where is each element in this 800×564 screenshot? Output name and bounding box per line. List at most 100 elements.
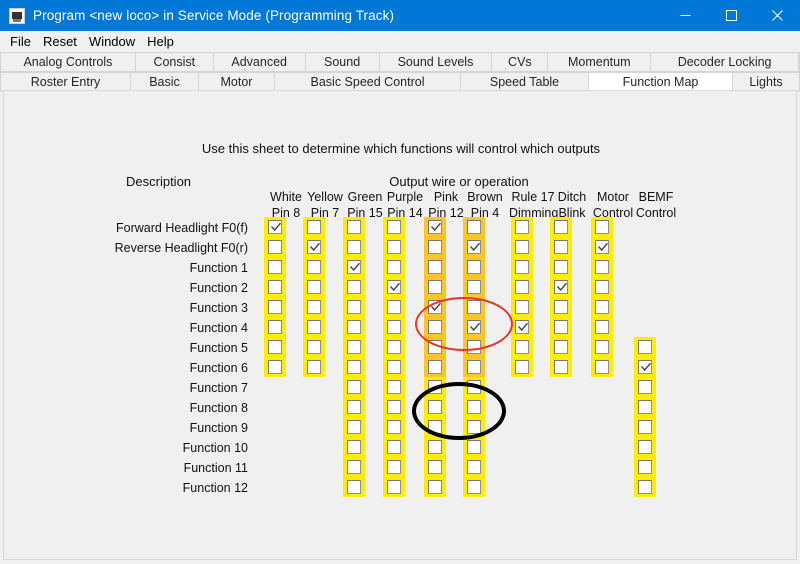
function-map-checkbox[interactable]: [347, 480, 361, 494]
tab-lights[interactable]: Lights: [733, 72, 800, 92]
tab-advanced[interactable]: Advanced: [213, 52, 306, 72]
function-map-checkbox[interactable]: [638, 480, 652, 494]
close-icon[interactable]: [754, 0, 800, 31]
function-map-checkbox[interactable]: [347, 300, 361, 314]
function-map-checkbox[interactable]: [307, 340, 321, 354]
function-map-checkbox[interactable]: [467, 260, 481, 274]
function-map-checkbox[interactable]: [595, 340, 609, 354]
function-map-checkbox[interactable]: [428, 300, 442, 314]
function-map-checkbox[interactable]: [307, 280, 321, 294]
tab-analog-controls[interactable]: Analog Controls: [0, 52, 136, 72]
function-map-checkbox[interactable]: [428, 220, 442, 234]
function-map-checkbox[interactable]: [387, 300, 401, 314]
function-map-checkbox[interactable]: [428, 400, 442, 414]
function-map-checkbox[interactable]: [347, 240, 361, 254]
function-map-checkbox[interactable]: [467, 420, 481, 434]
function-map-checkbox[interactable]: [638, 400, 652, 414]
function-map-checkbox[interactable]: [268, 360, 282, 374]
function-map-checkbox[interactable]: [387, 440, 401, 454]
function-map-checkbox[interactable]: [595, 240, 609, 254]
function-map-checkbox[interactable]: [387, 240, 401, 254]
minimize-icon[interactable]: [662, 0, 708, 31]
function-map-checkbox[interactable]: [554, 300, 568, 314]
function-map-checkbox[interactable]: [347, 380, 361, 394]
function-map-checkbox[interactable]: [428, 440, 442, 454]
function-map-checkbox[interactable]: [347, 460, 361, 474]
function-map-checkbox[interactable]: [515, 280, 529, 294]
function-map-checkbox[interactable]: [595, 260, 609, 274]
function-map-checkbox[interactable]: [428, 340, 442, 354]
function-map-checkbox[interactable]: [307, 300, 321, 314]
function-map-checkbox[interactable]: [515, 220, 529, 234]
function-map-checkbox[interactable]: [428, 320, 442, 334]
function-map-checkbox[interactable]: [347, 220, 361, 234]
function-map-checkbox[interactable]: [307, 360, 321, 374]
function-map-checkbox[interactable]: [268, 320, 282, 334]
function-map-checkbox[interactable]: [554, 220, 568, 234]
function-map-checkbox[interactable]: [387, 320, 401, 334]
function-map-checkbox[interactable]: [347, 440, 361, 454]
function-map-checkbox[interactable]: [467, 440, 481, 454]
function-map-checkbox[interactable]: [428, 360, 442, 374]
function-map-checkbox[interactable]: [307, 260, 321, 274]
tab-consist[interactable]: Consist: [135, 52, 214, 72]
function-map-checkbox[interactable]: [268, 240, 282, 254]
function-map-checkbox[interactable]: [638, 360, 652, 374]
function-map-checkbox[interactable]: [467, 320, 481, 334]
function-map-checkbox[interactable]: [515, 300, 529, 314]
function-map-checkbox[interactable]: [428, 380, 442, 394]
function-map-checkbox[interactable]: [347, 340, 361, 354]
function-map-checkbox[interactable]: [387, 400, 401, 414]
function-map-checkbox[interactable]: [595, 300, 609, 314]
function-map-checkbox[interactable]: [387, 360, 401, 374]
function-map-checkbox[interactable]: [515, 240, 529, 254]
menu-item-window[interactable]: Window: [83, 31, 141, 52]
function-map-checkbox[interactable]: [467, 460, 481, 474]
maximize-icon[interactable]: [708, 0, 754, 31]
function-map-checkbox[interactable]: [347, 420, 361, 434]
function-map-checkbox[interactable]: [638, 420, 652, 434]
tab-basic[interactable]: Basic: [131, 72, 199, 92]
function-map-checkbox[interactable]: [467, 360, 481, 374]
function-map-checkbox[interactable]: [428, 260, 442, 274]
function-map-checkbox[interactable]: [428, 280, 442, 294]
function-map-checkbox[interactable]: [428, 240, 442, 254]
function-map-checkbox[interactable]: [638, 380, 652, 394]
function-map-checkbox[interactable]: [347, 360, 361, 374]
function-map-checkbox[interactable]: [387, 220, 401, 234]
tab-momentum[interactable]: Momentum: [548, 52, 652, 72]
function-map-checkbox[interactable]: [554, 260, 568, 274]
function-map-checkbox[interactable]: [467, 220, 481, 234]
function-map-checkbox[interactable]: [268, 220, 282, 234]
function-map-checkbox[interactable]: [595, 280, 609, 294]
function-map-checkbox[interactable]: [268, 280, 282, 294]
function-map-checkbox[interactable]: [347, 280, 361, 294]
menu-item-file[interactable]: File: [4, 31, 37, 52]
function-map-checkbox[interactable]: [554, 320, 568, 334]
tab-function-map[interactable]: Function Map: [589, 72, 733, 92]
function-map-checkbox[interactable]: [307, 240, 321, 254]
function-map-checkbox[interactable]: [387, 260, 401, 274]
function-map-checkbox[interactable]: [387, 280, 401, 294]
function-map-checkbox[interactable]: [387, 460, 401, 474]
function-map-checkbox[interactable]: [467, 400, 481, 414]
function-map-checkbox[interactable]: [467, 480, 481, 494]
function-map-checkbox[interactable]: [387, 480, 401, 494]
function-map-checkbox[interactable]: [554, 240, 568, 254]
tab-decoder-locking[interactable]: Decoder Locking: [651, 52, 800, 72]
function-map-checkbox[interactable]: [268, 340, 282, 354]
function-map-checkbox[interactable]: [387, 420, 401, 434]
function-map-checkbox[interactable]: [554, 360, 568, 374]
function-map-checkbox[interactable]: [638, 460, 652, 474]
tab-basic-speed-control[interactable]: Basic Speed Control: [275, 72, 461, 92]
function-map-checkbox[interactable]: [554, 280, 568, 294]
function-map-checkbox[interactable]: [467, 300, 481, 314]
menu-item-help[interactable]: Help: [141, 31, 180, 52]
tab-roster-entry[interactable]: Roster Entry: [0, 72, 131, 92]
function-map-checkbox[interactable]: [638, 340, 652, 354]
function-map-checkbox[interactable]: [554, 340, 568, 354]
function-map-checkbox[interactable]: [595, 220, 609, 234]
function-map-checkbox[interactable]: [467, 240, 481, 254]
function-map-checkbox[interactable]: [387, 380, 401, 394]
function-map-checkbox[interactable]: [467, 280, 481, 294]
